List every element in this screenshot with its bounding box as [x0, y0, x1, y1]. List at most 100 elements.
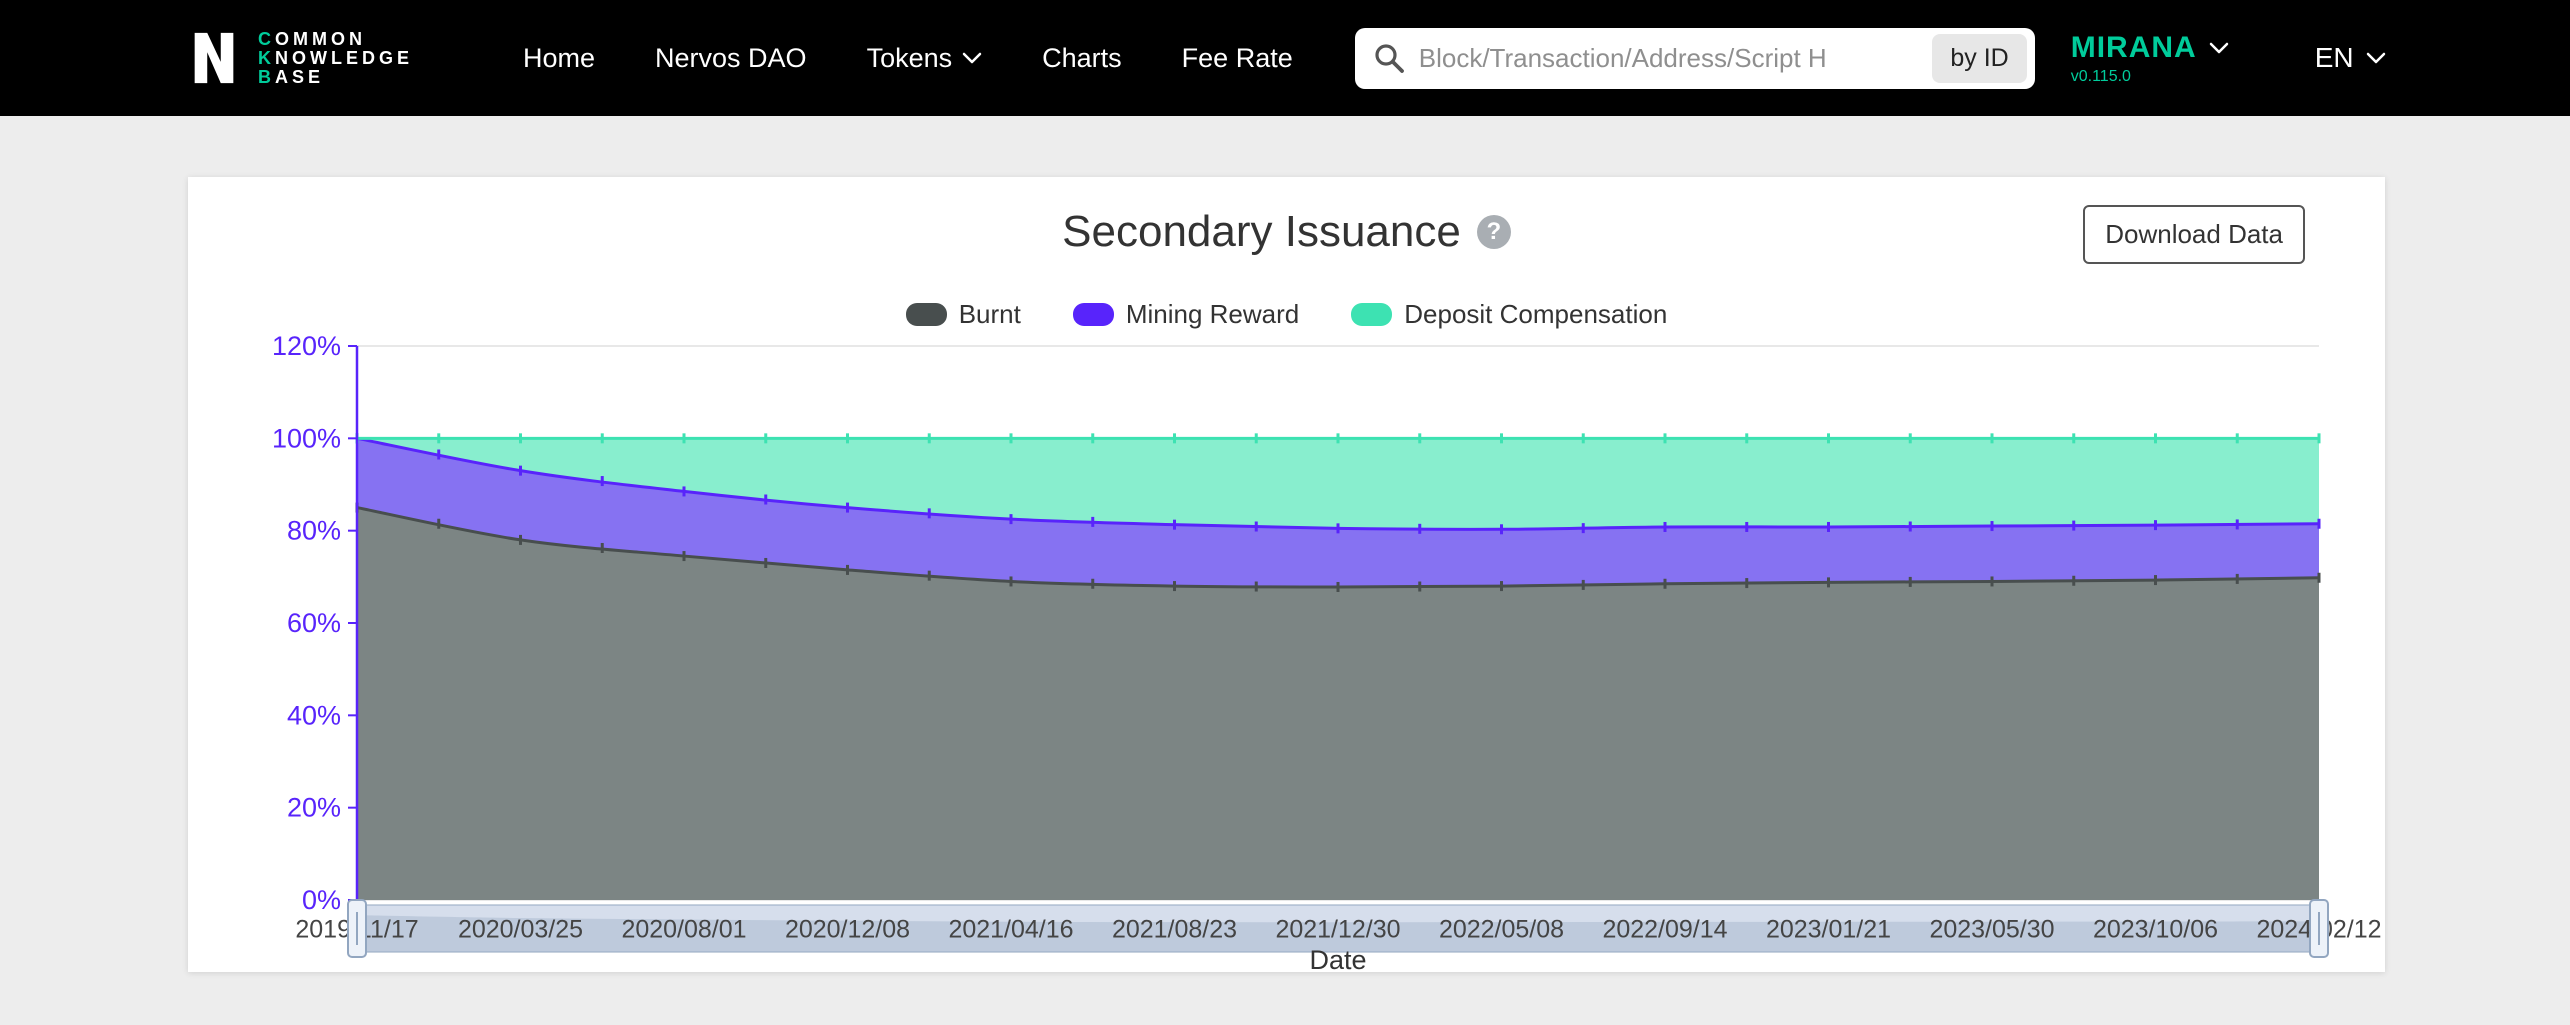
x-axis-name: Date — [1309, 945, 1366, 972]
data-point-marker — [1255, 582, 1258, 592]
secondary-issuance-chart[interactable]: 0%20%40%60%80%100%120%2019/11/172020/03/… — [188, 177, 2385, 972]
data-point-marker — [1664, 433, 1667, 443]
legend-swatch-mining-reward — [1073, 303, 1114, 326]
x-axis-label: 2020/03/25 — [458, 916, 583, 944]
nervos-logo-icon — [188, 29, 240, 87]
help-icon[interactable]: ? — [1477, 215, 1511, 249]
download-data-button[interactable]: Download Data — [2083, 205, 2305, 264]
data-point-marker — [2072, 433, 2075, 443]
data-point-marker — [519, 466, 522, 476]
data-point-marker — [764, 433, 767, 443]
logo-line1-first: C — [258, 29, 275, 49]
data-point-marker — [1827, 522, 1830, 532]
data-point-marker — [928, 571, 931, 581]
legend-item-burnt[interactable]: Burnt — [906, 299, 1021, 330]
x-axis-label: 2021/08/23 — [1112, 916, 1237, 944]
data-point-marker — [1745, 433, 1748, 443]
data-point-marker — [1418, 582, 1421, 592]
legend-item-mining-reward[interactable]: Mining Reward — [1073, 299, 1299, 330]
data-point-marker — [601, 433, 604, 443]
data-point-marker — [1664, 522, 1667, 532]
chevron-down-icon — [2366, 52, 2386, 64]
data-point-marker — [1010, 433, 1013, 443]
nav-item-nervos-dao[interactable]: Nervos DAO — [655, 43, 807, 74]
nav-item-nervos-dao-label: Nervos DAO — [655, 43, 807, 74]
data-point-marker — [2072, 521, 2075, 531]
data-point-marker — [1091, 579, 1094, 589]
y-axis-label: 40% — [287, 700, 341, 730]
data-point-marker — [2236, 574, 2239, 584]
network-selector[interactable]: MIRANA v0.115.0 — [2071, 31, 2229, 86]
chevron-down-icon — [962, 52, 982, 64]
data-point-marker — [2236, 433, 2239, 443]
x-axis-label: 2023/05/30 — [1929, 916, 2054, 944]
data-point-marker — [846, 565, 849, 575]
nav-item-charts-label: Charts — [1042, 43, 1122, 74]
data-point-marker — [764, 558, 767, 568]
x-axis-label: 2020/12/08 — [785, 916, 910, 944]
data-point-marker — [601, 543, 604, 553]
data-point-marker — [1337, 582, 1340, 592]
search-input[interactable] — [1419, 43, 1933, 74]
y-axis-label: 80% — [287, 516, 341, 546]
nav-item-fee-rate[interactable]: Fee Rate — [1182, 43, 1293, 74]
nav-item-home[interactable]: Home — [523, 43, 595, 74]
logo-line3-rest: ASE — [275, 67, 324, 87]
legend-item-deposit-compensation[interactable]: Deposit Compensation — [1351, 299, 1667, 330]
x-axis-label: 2023/10/06 — [2093, 916, 2218, 944]
data-point-marker — [2236, 519, 2239, 529]
language-selector[interactable]: EN — [2315, 42, 2386, 74]
data-point-marker — [1337, 523, 1340, 533]
data-point-marker — [1500, 581, 1503, 591]
network-name: MIRANA — [2071, 31, 2197, 65]
data-point-marker — [437, 449, 440, 459]
data-point-marker — [437, 433, 440, 443]
data-point-marker — [1909, 577, 1912, 587]
data-point-marker — [519, 433, 522, 443]
data-point-marker — [1010, 514, 1013, 524]
logo-line3-first: B — [258, 67, 275, 87]
data-point-marker — [1991, 521, 1994, 531]
y-axis-label: 100% — [272, 423, 341, 453]
data-point-marker — [1173, 433, 1176, 443]
network-version: v0.115.0 — [2071, 68, 2229, 86]
chart-card: 0%20%40%60%80%100%120%2019/11/172020/03/… — [188, 177, 2385, 972]
nav-item-tokens-label: Tokens — [867, 43, 953, 74]
nav-item-home-label: Home — [523, 43, 595, 74]
data-point-marker — [2318, 519, 2321, 529]
y-axis-label: 60% — [287, 608, 341, 638]
y-axis-label: 120% — [272, 331, 341, 361]
legend-label-mining-reward: Mining Reward — [1126, 299, 1299, 330]
logo-text: COMMON KNOWLEDGE BASE — [258, 30, 413, 87]
logo-line2-first: K — [258, 48, 275, 68]
data-point-marker — [1991, 576, 1994, 586]
data-point-marker — [519, 535, 522, 545]
data-point-marker — [2154, 433, 2157, 443]
x-axis-label: 2021/04/16 — [948, 916, 1073, 944]
logo[interactable]: COMMON KNOWLEDGE BASE — [188, 29, 413, 87]
data-point-marker — [1255, 433, 1258, 443]
logo-line2-rest: NOWLEDGE — [275, 48, 413, 68]
data-point-marker — [1827, 433, 1830, 443]
data-point-marker — [683, 433, 686, 443]
data-point-marker — [1909, 522, 1912, 532]
search-icon — [1373, 42, 1405, 74]
data-point-marker — [2072, 576, 2075, 586]
nav-item-charts[interactable]: Charts — [1042, 43, 1122, 74]
x-axis-label: 2022/09/14 — [1602, 916, 1727, 944]
top-nav-bar: COMMON KNOWLEDGE BASE Home Nervos DAO To… — [0, 0, 2570, 116]
data-point-marker — [1909, 433, 1912, 443]
data-point-marker — [1091, 517, 1094, 527]
search-by-id-button[interactable]: by ID — [1932, 34, 2026, 83]
legend-label-burnt: Burnt — [959, 299, 1021, 330]
data-point-marker — [1010, 576, 1013, 586]
data-point-marker — [1173, 581, 1176, 591]
data-point-marker — [1582, 523, 1585, 533]
nav-item-tokens[interactable]: Tokens — [867, 43, 983, 74]
data-point-marker — [1582, 433, 1585, 443]
data-point-marker — [1827, 577, 1830, 587]
legend-swatch-burnt — [906, 303, 947, 326]
chevron-down-icon — [2209, 42, 2229, 54]
main-nav: Home Nervos DAO Tokens Charts Fee Rate — [523, 43, 1293, 74]
data-point-marker — [2318, 433, 2321, 443]
